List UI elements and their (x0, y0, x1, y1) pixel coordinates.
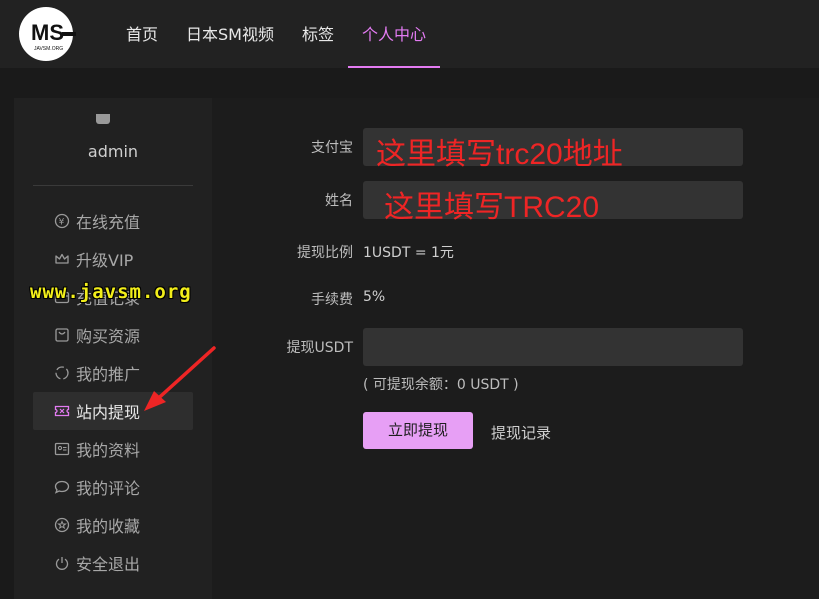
sidebar-item-my-favorites[interactable]: 我的收藏 (33, 506, 193, 544)
sidebar-divider (33, 185, 193, 186)
star-circle-icon (54, 517, 70, 533)
logo-text: MS (31, 20, 64, 45)
alipay-input-value: 这里填写trc20地址 (376, 138, 623, 171)
ratio-label: 提现比例 (297, 245, 353, 261)
shopping-bag-icon (54, 327, 70, 343)
name-label: 姓名 (325, 193, 353, 209)
sidebar-item-label: 安全退出 (76, 555, 141, 574)
sidebar-item-label: 我的评论 (76, 479, 141, 498)
ticket-icon (54, 403, 70, 419)
withdraw-panel: 支付宝 这里填写trc20地址 姓名 这里填写TRC20 提现比例 1USDT … (212, 98, 819, 599)
top-header: MS JAVSM.ORG 首页 日本SM视频 标签 个人中心 (0, 0, 819, 68)
sidebar-item-label: 在线充值 (76, 213, 141, 232)
nav-user-center[interactable]: 个人中心 (348, 0, 441, 68)
nav-home[interactable]: 首页 (112, 0, 172, 68)
fee-value: 5% (363, 289, 386, 305)
crown-icon (54, 251, 70, 267)
alipay-label: 支付宝 (311, 140, 353, 156)
ratio-value: 1USDT = 1元 (363, 245, 454, 261)
nav-tags[interactable]: 标签 (288, 0, 348, 68)
sidebar-item-logout[interactable]: 安全退出 (33, 544, 193, 582)
withdraw-records-link[interactable]: 提现记录 (491, 422, 551, 443)
main-nav: 首页 日本SM视频 标签 个人中心 (112, 0, 441, 68)
fee-label: 手续费 (311, 292, 353, 308)
yen-circle-icon: ¥ (54, 213, 70, 229)
avatar[interactable] (96, 114, 110, 124)
site-logo[interactable]: MS JAVSM.ORG (18, 6, 76, 62)
sidebar-item-label: 我的推广 (76, 365, 141, 384)
sidebar-item-my-profile[interactable]: 我的资料 (33, 430, 193, 468)
sidebar-item-label: 升级VIP (76, 251, 134, 270)
sidebar-item-my-comments[interactable]: 我的评论 (33, 468, 193, 506)
amount-label: 提现USDT (286, 340, 353, 356)
amount-input[interactable] (363, 328, 743, 366)
sidebar-item-label: 站内提现 (76, 403, 141, 422)
name-input-value: 这里填写TRC20 (384, 191, 600, 224)
red-arrow-annotation (144, 346, 216, 411)
promote-icon (54, 365, 70, 381)
power-icon (54, 555, 70, 571)
sidebar-item-recharge[interactable]: ¥ 在线充值 (33, 202, 193, 240)
logo-small-text: JAVSM.ORG (34, 46, 63, 52)
svg-text:¥: ¥ (59, 218, 65, 228)
comment-icon (54, 479, 70, 495)
balance-note: ( 可提现余额：0 USDT ) (363, 377, 519, 393)
profile-card-icon (54, 441, 70, 457)
sidebar-item-upgrade-vip[interactable]: 升级VIP (33, 240, 193, 278)
username: admin (87, 142, 139, 161)
withdraw-now-button[interactable]: 立即提现 (363, 412, 473, 449)
sidebar-item-label: 购买资源 (76, 327, 141, 346)
sidebar-item-label: 我的收藏 (76, 517, 141, 536)
nav-japan-sm-videos[interactable]: 日本SM视频 (172, 0, 288, 68)
watermark-text: www.javsm.org (30, 281, 192, 303)
sidebar-item-label: 我的资料 (76, 441, 141, 460)
